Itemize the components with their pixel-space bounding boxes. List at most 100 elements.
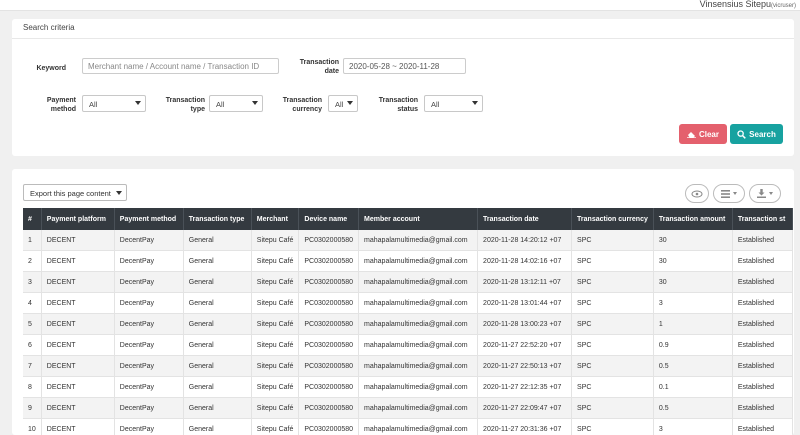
table-cell: Sitepu Café (251, 418, 300, 435)
table-cell: 0.5 (653, 355, 733, 377)
chevron-down-icon (733, 192, 737, 195)
table-cell: 3 (653, 418, 733, 435)
table-cell: Established (732, 230, 793, 251)
table-cell: DecentPay (114, 292, 184, 314)
payment-method-label: Payment method (46, 97, 76, 113)
column-header[interactable]: # (23, 208, 42, 230)
table-cell: PC0302000580 (298, 397, 360, 419)
search-panel-title: Search criteria (23, 23, 75, 32)
toggle-visibility-button[interactable] (685, 184, 709, 203)
table-cell: 30 (653, 271, 733, 293)
table-cell: 8 (23, 376, 42, 398)
table-cell: 2020-11-28 13:12:11 +07 (477, 271, 573, 293)
search-button[interactable]: Search (730, 124, 783, 144)
table-row[interactable]: 10 DECENT DecentPay General Sitepu Café PC030… (23, 418, 793, 435)
column-header[interactable]: Payment method (114, 208, 184, 230)
table-cell: DecentPay (114, 355, 184, 377)
table-cell: 0.5 (653, 397, 733, 419)
transaction-date-label: Transaction date (299, 59, 339, 75)
transaction-status-select[interactable]: All (424, 95, 483, 112)
table-cell: Sitepu Café (251, 376, 300, 398)
table-cell: mahapalamultimedia@gmail.com (358, 230, 479, 251)
results-card: Export this page content # Payment platfo… (12, 169, 794, 435)
export-select[interactable]: Export this page content (23, 184, 127, 201)
table-cell: SPC (571, 271, 654, 293)
table-row[interactable]: 4 DECENT DecentPay General Sitepu Café PC0302… (23, 292, 793, 314)
table-cell: mahapalamultimedia@gmail.com (358, 271, 479, 293)
table-cell: Sitepu Café (251, 334, 300, 356)
table-cell: DECENT (41, 250, 115, 272)
table-cell: PC0302000580 (298, 376, 360, 398)
table-row[interactable]: 7 DECENT DecentPay General Sitepu Café PC0302… (23, 355, 793, 377)
table-cell: General (183, 397, 252, 419)
table-cell: 0.9 (653, 334, 733, 356)
user-role: (vicruser) (771, 3, 796, 9)
column-header[interactable]: Merchant (251, 208, 300, 230)
table-cell: Sitepu Café (251, 271, 300, 293)
transaction-currency-select[interactable]: All (328, 95, 358, 112)
user-menu[interactable]: Vinsensius Sitepu(vicruser) (700, 0, 796, 9)
table-cell: DecentPay (114, 250, 184, 272)
table-cell: SPC (571, 418, 654, 435)
table-cell: Sitepu Café (251, 292, 300, 314)
chevron-down-icon (347, 101, 353, 105)
payment-method-select[interactable]: All (82, 95, 146, 112)
table-cell: DECENT (41, 376, 115, 398)
keyword-label: Keyword (36, 65, 66, 72)
table-cell: 2020-11-28 14:02:16 +07 (477, 250, 573, 272)
chevron-down-icon (135, 101, 141, 105)
table-cell: mahapalamultimedia@gmail.com (358, 250, 479, 272)
table-cell: 1 (653, 313, 733, 335)
download-button[interactable] (749, 184, 781, 203)
table-cell: mahapalamultimedia@gmail.com (358, 418, 479, 435)
table-row[interactable]: 3 DECENT DecentPay General Sitepu Café PC0302… (23, 271, 793, 293)
columns-button[interactable] (713, 184, 745, 203)
table-cell: General (183, 230, 252, 251)
keyword-input[interactable]: Merchant name / Account name / Transacti… (82, 58, 279, 74)
table-cell: Sitepu Café (251, 397, 300, 419)
table-cell: 30 (653, 250, 733, 272)
table-cell: DecentPay (114, 313, 184, 335)
table-cell: DECENT (41, 334, 115, 356)
column-header[interactable]: Transaction type (183, 208, 252, 230)
table-row[interactable]: 5 DECENT DecentPay General Sitepu Café PC0302… (23, 313, 793, 335)
table-cell: Established (732, 355, 793, 377)
table-cell: mahapalamultimedia@gmail.com (358, 313, 479, 335)
table-cell: DECENT (41, 313, 115, 335)
table-cell: SPC (571, 376, 654, 398)
clear-button[interactable]: Clear (679, 124, 727, 144)
column-header[interactable]: Member account (358, 208, 479, 230)
column-header[interactable]: Transaction currency (571, 208, 654, 230)
table-cell: 3 (23, 271, 42, 293)
column-header[interactable]: Transaction amount (653, 208, 733, 230)
table-cell: DecentPay (114, 418, 184, 435)
transaction-date-input[interactable]: 2020-05-28 ~ 2020-11-28 (343, 58, 466, 74)
table-header-row: # Payment platform Payment method Transacti… (23, 208, 793, 230)
column-header[interactable]: Transaction date (477, 208, 573, 230)
chevron-down-icon (116, 191, 122, 195)
table-cell: DecentPay (114, 271, 184, 293)
table-row[interactable]: 6 DECENT DecentPay General Sitepu Café PC0302… (23, 334, 793, 356)
transaction-type-select[interactable]: All (209, 95, 263, 112)
table-cell: DecentPay (114, 376, 184, 398)
table-cell: SPC (571, 313, 654, 335)
table-cell: SPC (571, 397, 654, 419)
table-cell: DecentPay (114, 230, 184, 251)
table-cell: Sitepu Café (251, 250, 300, 272)
table-row[interactable]: 1 DECENT DecentPay General Sitepu Café PC0302… (23, 230, 793, 251)
table-cell: mahapalamultimedia@gmail.com (358, 292, 479, 314)
column-header[interactable]: Payment platform (41, 208, 115, 230)
column-header[interactable]: Transaction st (732, 208, 793, 230)
table-row[interactable]: 8 DECENT DecentPay General Sitepu Café PC0302… (23, 376, 793, 398)
transaction-currency-label: Transaction currency (282, 97, 322, 113)
table-cell: PC0302000580 (298, 230, 360, 251)
table-row[interactable]: 9 DECENT DecentPay General Sitepu Café PC0302… (23, 397, 793, 419)
table-cell: 2020-11-27 20:31:36 +07 (477, 418, 573, 435)
table-cell: Established (732, 376, 793, 398)
table-cell: 2020-11-28 13:01:44 +07 (477, 292, 573, 314)
table-cell: Established (732, 397, 793, 419)
column-header[interactable]: Device name (298, 208, 360, 230)
download-icon (757, 189, 766, 198)
table-cell: 2020-11-27 22:50:13 +07 (477, 355, 573, 377)
table-row[interactable]: 2 DECENT DecentPay General Sitepu Café PC0302… (23, 250, 793, 272)
